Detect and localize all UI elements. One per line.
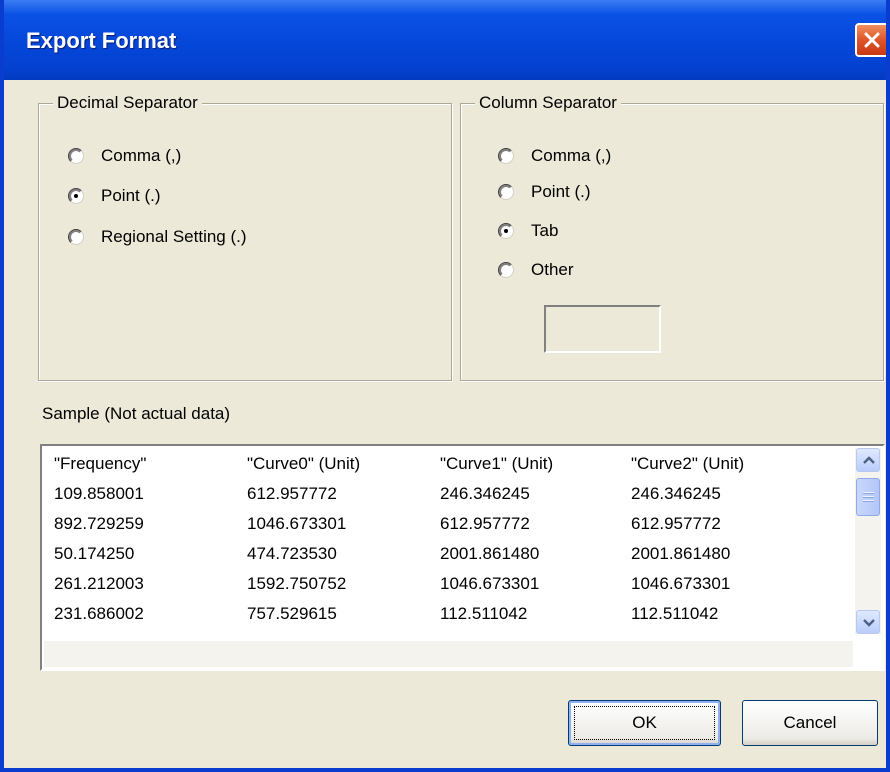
column-point-radio[interactable] — [498, 184, 514, 200]
sample-header-cell: "Curve0" (Unit) — [247, 454, 361, 473]
ok-button-label: OK — [632, 713, 657, 732]
sample-cell: 109.858001 — [54, 484, 144, 503]
column-comma-radio[interactable] — [498, 148, 514, 164]
sample-cell: 474.723530 — [247, 544, 337, 563]
sample-row: 231.686002 757.529615 112.511042 112.511… — [54, 604, 744, 634]
column-other-radio[interactable] — [498, 262, 514, 278]
decimal-point-radio[interactable] — [68, 188, 84, 204]
column-tab-radio[interactable] — [498, 223, 514, 239]
sample-row: 261.212003 1592.750752 1046.673301 1046.… — [54, 574, 744, 604]
sample-cell: 2001.861480 — [631, 544, 731, 563]
decimal-separator-group: Decimal Separator Comma (,) Point (.) Re… — [38, 93, 452, 381]
scroll-up-button[interactable] — [856, 448, 880, 472]
sample-header-cell: "Frequency" — [54, 454, 147, 473]
decimal-regional-radio[interactable] — [68, 229, 84, 245]
sample-header-cell: "Curve2" (Unit) — [631, 454, 745, 473]
sample-row: 109.858001 612.957772 246.346245 246.346… — [54, 484, 744, 514]
scroll-down-button[interactable] — [856, 610, 880, 634]
sample-cell: 612.957772 — [631, 514, 721, 533]
export-format-dialog: Export Format Decimal Separator Comma (,… — [0, 0, 890, 772]
sample-preview-box[interactable]: "Frequency" "Curve0" (Unit) "Curve1" (Un… — [40, 444, 885, 671]
cancel-button[interactable]: Cancel — [742, 700, 878, 746]
column-point-label: Point (.) — [531, 182, 591, 201]
decimal-comma-option[interactable]: Comma (,) — [68, 146, 182, 166]
sample-row: 50.174250 474.723530 2001.861480 2001.86… — [54, 544, 744, 574]
title-bar[interactable]: Export Format — [4, 0, 886, 80]
dialog-title: Export Format — [26, 28, 177, 53]
sample-cell: 246.346245 — [631, 484, 721, 503]
decimal-point-label: Point (.) — [101, 186, 161, 205]
decimal-comma-label: Comma (,) — [101, 146, 182, 165]
scroll-thumb[interactable] — [856, 478, 880, 516]
sample-cell: 757.529615 — [247, 604, 337, 623]
close-button[interactable] — [855, 23, 886, 57]
vertical-scrollbar[interactable] — [855, 448, 881, 634]
column-tab-option[interactable]: Tab — [498, 221, 559, 241]
decimal-point-option[interactable]: Point (.) — [68, 186, 161, 206]
sample-cell: 261.212003 — [54, 574, 144, 593]
horizontal-scrollbar[interactable] — [44, 641, 853, 667]
cancel-button-label: Cancel — [783, 713, 837, 732]
sample-cell: 231.686002 — [54, 604, 144, 623]
column-comma-label: Comma (,) — [531, 146, 612, 165]
sample-header-cell: "Curve1" (Unit) — [440, 454, 554, 473]
sample-cell: 1046.673301 — [247, 514, 347, 533]
decimal-separator-label: Decimal Separator — [53, 93, 202, 113]
column-separator-group: Column Separator Comma (,) Point (.) Tab… — [460, 93, 884, 381]
column-separator-label: Column Separator — [475, 93, 621, 113]
column-point-option[interactable]: Point (.) — [498, 182, 591, 202]
sample-cell: 612.957772 — [247, 484, 337, 503]
column-comma-option[interactable]: Comma (,) — [498, 146, 612, 166]
sample-cell: 246.346245 — [440, 484, 530, 503]
sample-cell: 2001.861480 — [440, 544, 540, 563]
sample-cell: 1046.673301 — [440, 574, 540, 593]
sample-cell: 892.729259 — [54, 514, 144, 533]
sample-cell: 112.511042 — [631, 604, 719, 623]
column-other-label: Other — [531, 260, 574, 279]
close-icon — [864, 32, 880, 48]
decimal-comma-radio[interactable] — [68, 148, 84, 164]
sample-table: "Frequency" "Curve0" (Unit) "Curve1" (Un… — [54, 454, 744, 634]
sample-cell: 1046.673301 — [631, 574, 731, 593]
sample-header-row: "Frequency" "Curve0" (Unit) "Curve1" (Un… — [54, 454, 744, 484]
column-other-option[interactable]: Other — [498, 260, 574, 280]
other-separator-input[interactable] — [544, 305, 661, 353]
sample-cell: 1592.750752 — [247, 574, 347, 593]
column-tab-label: Tab — [531, 221, 559, 240]
chevron-up-icon — [863, 456, 875, 464]
ok-button[interactable]: OK — [568, 700, 721, 746]
sample-label: Sample (Not actual data) — [42, 404, 231, 423]
decimal-regional-label: Regional Setting (.) — [101, 227, 247, 246]
decimal-regional-option[interactable]: Regional Setting (.) — [68, 227, 247, 247]
sample-cell: 112.511042 — [440, 604, 528, 623]
sample-cell: 50.174250 — [54, 544, 135, 563]
sample-cell: 612.957772 — [440, 514, 530, 533]
sample-row: 892.729259 1046.673301 612.957772 612.95… — [54, 514, 744, 544]
chevron-down-icon — [863, 619, 875, 627]
